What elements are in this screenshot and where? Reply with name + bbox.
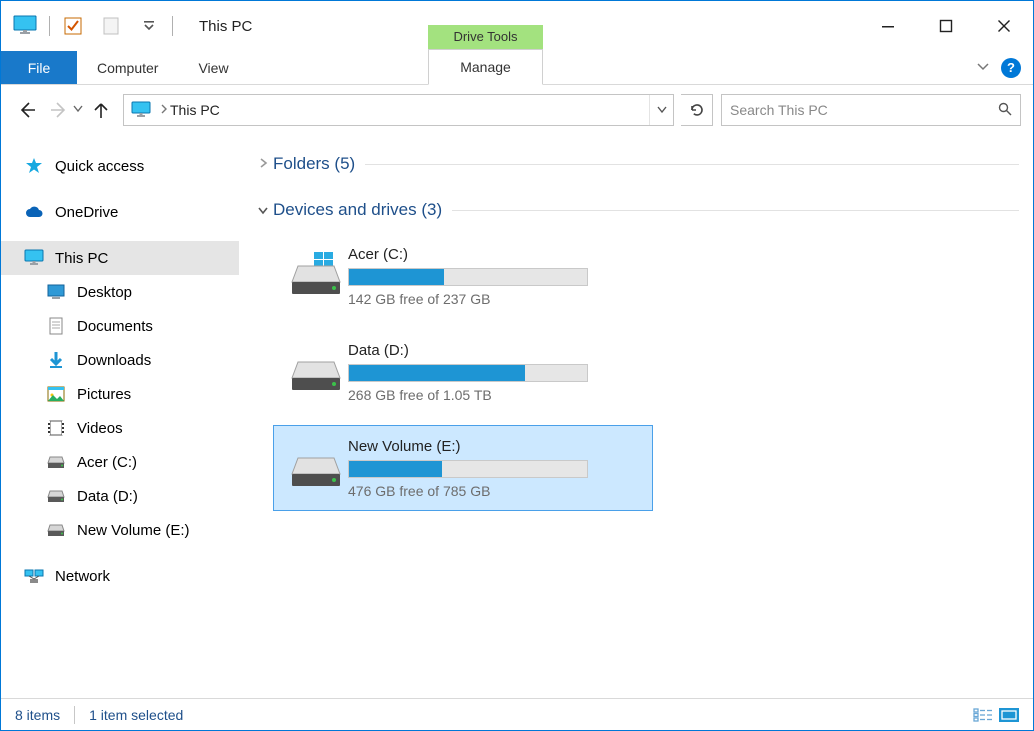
sidebar-item-desktop[interactable]: Desktop — [1, 275, 239, 309]
status-item-count: 8 items — [15, 707, 60, 723]
monitor-icon — [130, 99, 152, 121]
nav-forward-button[interactable] — [45, 96, 73, 124]
qat-customize-icon[interactable] — [132, 9, 166, 43]
qat-properties-icon[interactable] — [56, 9, 90, 43]
sidebar-item-label: Videos — [77, 420, 123, 437]
app-icon — [9, 9, 43, 43]
drive-icon — [45, 519, 67, 541]
nav-back-button[interactable] — [13, 96, 41, 124]
view-details-icon[interactable] — [973, 707, 993, 723]
search-icon[interactable] — [998, 102, 1012, 119]
drive-free-text: 268 GB free of 1.05 TB — [348, 387, 642, 403]
nav-history-dropdown[interactable] — [73, 104, 83, 116]
drive-free-text: 142 GB free of 237 GB — [348, 291, 642, 307]
sidebar-item-this-pc[interactable]: This PC — [1, 241, 239, 275]
sidebar-item-label: Downloads — [77, 352, 151, 369]
desktop-icon — [45, 281, 67, 303]
drive-item[interactable]: Acer (C:) 142 GB free of 237 GB — [273, 233, 653, 319]
section-drives[interactable]: Devices and drives (3) — [253, 195, 1019, 225]
minimize-button[interactable] — [859, 1, 917, 51]
sidebar-item-downloads[interactable]: Downloads — [1, 343, 239, 377]
address-bar[interactable]: This PC — [123, 94, 674, 126]
sidebar-item-videos[interactable]: Videos — [1, 411, 239, 445]
download-icon — [45, 349, 67, 371]
qat-separator-2 — [172, 16, 173, 36]
drive-name: Acer (C:) — [348, 246, 642, 263]
drive-item[interactable]: Data (D:) 268 GB free of 1.05 TB — [273, 329, 653, 415]
view-large-icons-icon[interactable] — [999, 707, 1019, 723]
ribbon-file-menu[interactable]: File — [1, 51, 77, 84]
ribbon-tab-manage[interactable]: Manage — [428, 49, 543, 85]
sidebar-item-label: OneDrive — [55, 204, 118, 221]
search-input[interactable] — [730, 102, 998, 118]
section-drives-label: Devices and drives (3) — [273, 200, 442, 220]
sidebar-item-data-d-[interactable]: Data (D:) — [1, 479, 239, 513]
qat-separator — [49, 16, 50, 36]
star-icon — [23, 155, 45, 177]
sidebar-item-label: Acer (C:) — [77, 454, 137, 471]
document-icon — [45, 315, 67, 337]
sidebar-item-acer-c-[interactable]: Acer (C:) — [1, 445, 239, 479]
network-icon — [23, 565, 45, 587]
drive-icon — [284, 252, 348, 300]
ribbon-collapse-icon[interactable] — [977, 62, 989, 74]
drive-icon — [45, 485, 67, 507]
breadcrumb-location[interactable]: This PC — [170, 102, 220, 118]
sidebar-item-label: Network — [55, 568, 110, 585]
maximize-button[interactable] — [917, 1, 975, 51]
image-icon — [45, 383, 67, 405]
help-icon[interactable]: ? — [1001, 58, 1021, 78]
close-button[interactable] — [975, 1, 1033, 51]
sidebar-item-label: Documents — [77, 318, 153, 335]
sidebar-item-new-volume-e-[interactable]: New Volume (E:) — [1, 513, 239, 547]
drive-usage-bar — [348, 364, 588, 382]
sidebar-item-documents[interactable]: Documents — [1, 309, 239, 343]
sidebar-item-onedrive[interactable]: OneDrive — [1, 195, 239, 229]
sidebar-item-network[interactable]: Network — [1, 559, 239, 593]
drive-name: New Volume (E:) — [348, 438, 642, 455]
sidebar-item-quick-access[interactable]: Quick access — [1, 149, 239, 183]
nav-up-button[interactable] — [87, 96, 115, 124]
drive-free-text: 476 GB free of 785 GB — [348, 483, 642, 499]
drive-name: Data (D:) — [348, 342, 642, 359]
sidebar-item-label: Desktop — [77, 284, 132, 301]
ribbon-tab-computer[interactable]: Computer — [77, 51, 178, 84]
film-icon — [45, 417, 67, 439]
monitor-icon — [23, 247, 45, 269]
sidebar-item-label: Pictures — [77, 386, 131, 403]
sidebar-item-label: Quick access — [55, 158, 144, 175]
refresh-button[interactable] — [681, 94, 713, 126]
breadcrumb-chevron-icon[interactable] — [158, 103, 170, 117]
drive-item[interactable]: New Volume (E:) 476 GB free of 785 GB — [273, 425, 653, 511]
chevron-right-icon — [253, 157, 273, 172]
contextual-group-label: Drive Tools — [428, 25, 543, 49]
drive-usage-bar — [348, 460, 588, 478]
section-folders-label: Folders (5) — [273, 154, 355, 174]
sidebar-item-label: Data (D:) — [77, 488, 138, 505]
sidebar-item-pictures[interactable]: Pictures — [1, 377, 239, 411]
ribbon-tab-view[interactable]: View — [178, 51, 248, 84]
drive-icon — [284, 348, 348, 396]
cloud-icon — [23, 201, 45, 223]
qat-new-folder-icon[interactable] — [94, 9, 128, 43]
drive-usage-bar — [348, 268, 588, 286]
status-selection-count: 1 item selected — [89, 707, 183, 723]
sidebar-item-label: New Volume (E:) — [77, 522, 190, 539]
chevron-down-icon — [253, 203, 273, 218]
drive-icon — [284, 444, 348, 492]
section-folders[interactable]: Folders (5) — [253, 149, 1019, 179]
sidebar-item-label: This PC — [55, 250, 108, 267]
search-box[interactable] — [721, 94, 1021, 126]
address-dropdown-icon[interactable] — [649, 95, 673, 125]
drive-icon — [45, 451, 67, 473]
